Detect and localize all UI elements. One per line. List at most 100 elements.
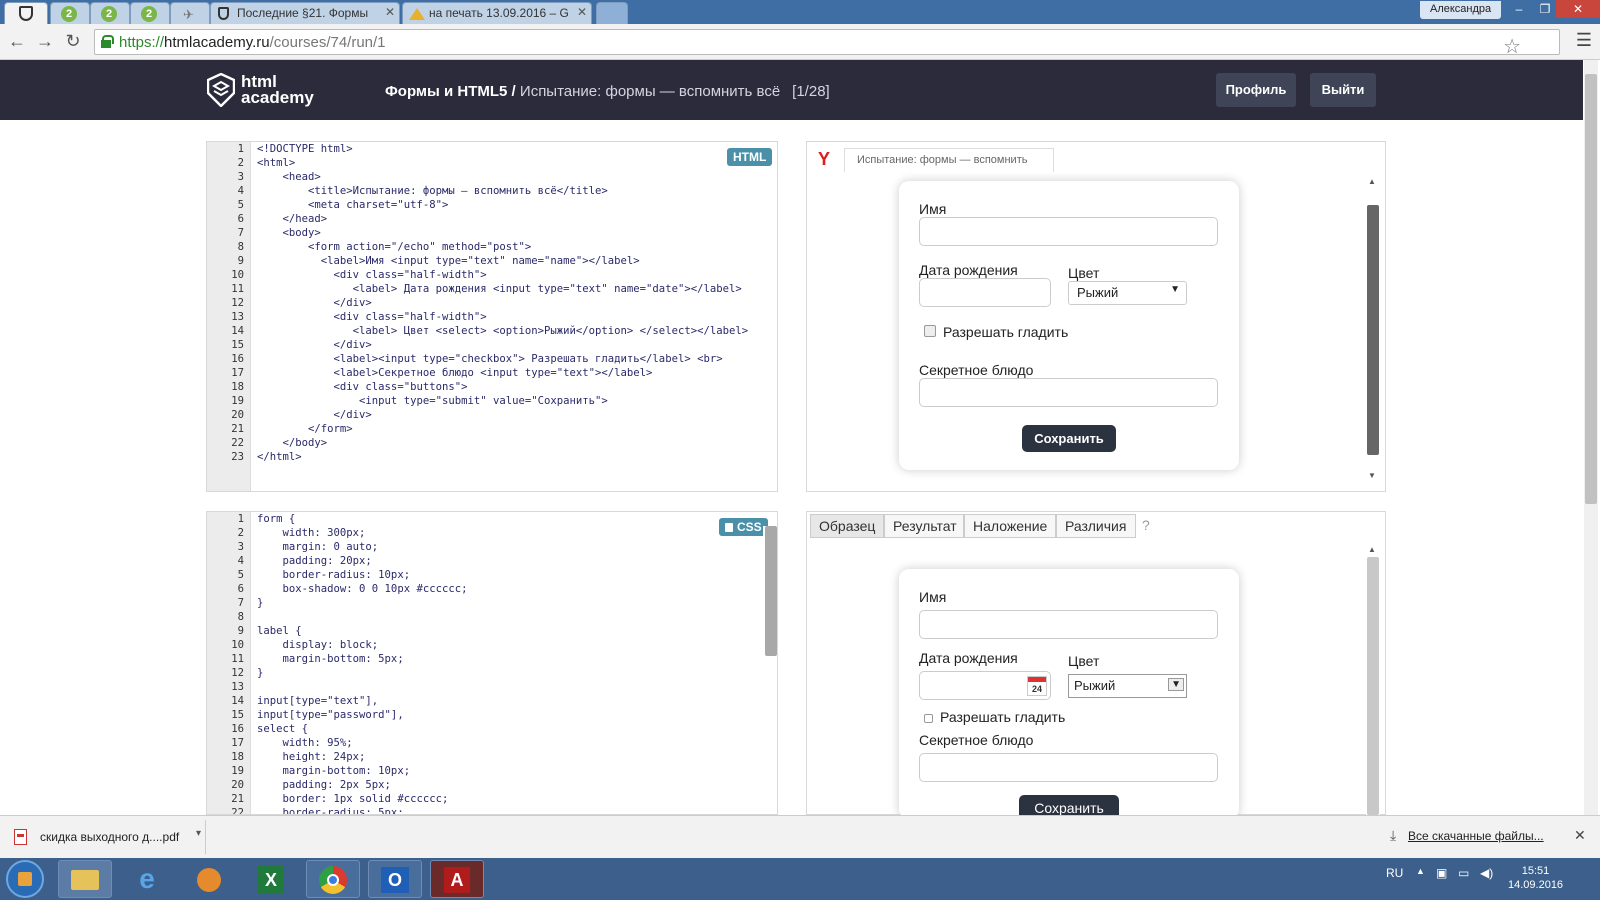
bookmark-star-icon[interactable]: ☆ — [1503, 34, 1521, 59]
date-input[interactable]: 24 — [919, 671, 1051, 700]
preview-scrollbar-thumb[interactable] — [1367, 205, 1379, 455]
all-downloads-link[interactable]: Все скачанные файлы... — [1408, 829, 1544, 843]
css-code-line[interactable]: box-shadow: 0 0 10px #cccccc; — [257, 582, 468, 596]
back-icon[interactable]: ← — [6, 30, 28, 52]
tab-result[interactable]: Результат — [884, 514, 964, 538]
outlook-icon[interactable]: O — [368, 860, 422, 898]
html-code-line[interactable]: <head> — [257, 170, 748, 184]
explorer-icon[interactable] — [58, 860, 112, 898]
scroll-up-icon[interactable]: ▲ — [1368, 545, 1376, 554]
media-player-icon[interactable] — [182, 860, 236, 898]
close-tab-icon[interactable]: ✕ — [577, 5, 587, 19]
reload-icon[interactable]: ↻ — [62, 30, 84, 52]
html-code-line[interactable]: </div> — [257, 408, 748, 422]
volume-icon[interactable]: ◀) — [1480, 866, 1493, 880]
css-code-line[interactable]: width: 300px; — [257, 526, 467, 540]
profile-button[interactable]: Профиль — [1216, 73, 1296, 107]
secret-input[interactable] — [919, 378, 1218, 407]
html-code-line[interactable]: </form> — [257, 422, 748, 436]
html-code-line[interactable]: </head> — [257, 212, 748, 226]
css-code-line[interactable]: padding: 2px 5px; — [257, 778, 467, 792]
css-code-line[interactable]: margin-bottom: 5px; — [257, 652, 467, 666]
css-code-line[interactable]: } — [257, 666, 467, 680]
close-tab-icon[interactable]: ✕ — [385, 5, 395, 19]
forward-icon[interactable]: → — [34, 30, 56, 52]
chrome-icon[interactable] — [306, 860, 360, 898]
start-button[interactable] — [6, 860, 44, 898]
browser-tab[interactable]: 2 — [130, 2, 170, 24]
page-scrollbar-thumb[interactable] — [1585, 74, 1597, 504]
css-code-line[interactable] — [257, 680, 467, 694]
css-code-line[interactable]: form { — [257, 512, 467, 526]
page-scrollbar[interactable] — [1584, 60, 1598, 815]
css-code-line[interactable]: label { — [257, 624, 467, 638]
html-code-line[interactable]: <label> Цвет <select> <option>Рыжий</opt… — [257, 324, 748, 338]
html-code-line[interactable]: <input type="submit" value="Сохранить"> — [257, 394, 748, 408]
network-icon[interactable]: ▣ — [1436, 866, 1447, 880]
html-code-line[interactable]: </html> — [257, 450, 748, 464]
html-code-line[interactable]: <body> — [257, 226, 748, 240]
pet-checkbox[interactable] — [924, 325, 936, 337]
html-code-line[interactable]: <div class="half-width"> — [257, 268, 748, 282]
css-code-line[interactable]: border-radius: 10px; — [257, 568, 467, 582]
css-scrollbar-thumb[interactable] — [765, 526, 777, 656]
browser-tab-lesson[interactable]: Последние §21. Формы ✕ — [210, 2, 400, 24]
html-code-line[interactable]: <label> Дата рождения <input type="text"… — [257, 282, 748, 296]
name-input[interactable] — [919, 217, 1218, 246]
pet-checkbox[interactable] — [924, 714, 933, 723]
css-code[interactable]: form { width: 300px; margin: 0 auto; pad… — [257, 512, 468, 814]
tab-diff[interactable]: Различия — [1056, 514, 1136, 538]
css-code-line[interactable] — [257, 610, 467, 624]
download-item[interactable]: скидка выходного д....pdf ▾ — [6, 820, 206, 854]
scroll-up-icon[interactable]: ▲ — [1368, 177, 1376, 186]
html-code-line[interactable]: <div class="buttons"> — [257, 380, 748, 394]
language-indicator[interactable]: RU — [1386, 866, 1403, 880]
css-code-line[interactable]: input[type="text"], — [257, 694, 467, 708]
browser-tab-drive[interactable]: на печать 13.09.2016 – G ✕ — [402, 2, 592, 24]
html-code-line[interactable]: <title>Испытание: формы — вспомнить всё<… — [257, 184, 748, 198]
course-link[interactable]: Формы и HTML5 — [385, 83, 507, 100]
chevron-down-icon[interactable]: ▾ — [196, 828, 201, 839]
html-code-line[interactable]: <meta charset="utf-8"> — [257, 198, 748, 212]
help-icon[interactable]: ? — [1142, 517, 1150, 533]
html-code-line[interactable]: <label><input type="checkbox"> Разрешать… — [257, 352, 748, 366]
css-scrollbar[interactable] — [763, 526, 777, 814]
html-code-line[interactable]: <label>Имя <input type="text" name="name… — [257, 254, 748, 268]
excel-icon[interactable]: X — [244, 860, 298, 898]
acrobat-icon[interactable]: A — [430, 860, 484, 898]
close-window-icon[interactable]: ✕ — [1556, 0, 1600, 18]
css-editor[interactable]: 1 2 3 4 5 6 7 8 9 10 11 12 13 14 15 16 17 18 19 20 21 22 form… — [206, 511, 778, 815]
tab-sample[interactable]: Образец — [810, 514, 884, 538]
html-code-line[interactable]: </div> — [257, 296, 748, 310]
date-input[interactable] — [919, 278, 1051, 307]
css-code-line[interactable]: input[type="password"], — [257, 708, 467, 722]
color-select[interactable]: Рыжий ▼ — [1068, 281, 1187, 305]
css-code-line[interactable]: padding: 20px; — [257, 554, 467, 568]
preview-scrollbar[interactable]: ▲ ▼ — [1366, 175, 1380, 485]
site-logo[interactable]: html academy — [207, 71, 317, 111]
css-code-line[interactable]: margin: 0 auto; — [257, 540, 467, 554]
html-editor[interactable]: 1 2 3 4 5 6 7 8 9 10 11 12 13 14 15 16 17 18 19 20 21 22 23 <!… — [206, 141, 778, 492]
css-code-line[interactable]: } — [257, 596, 467, 610]
internet-explorer-icon[interactable]: e — [120, 860, 174, 898]
result-scrollbar-thumb[interactable] — [1367, 557, 1379, 815]
css-code-line[interactable]: border: 1px solid #cccccc; — [257, 792, 467, 806]
html-code-line[interactable]: </div> — [257, 338, 748, 352]
logout-button[interactable]: Выйти — [1310, 73, 1376, 107]
submit-button[interactable]: Сохранить — [1022, 425, 1116, 452]
browser-tab-pinned[interactable] — [4, 2, 48, 24]
browser-tab[interactable]: 2 — [50, 2, 90, 24]
result-scrollbar[interactable]: ▲ — [1366, 545, 1380, 815]
html-code-line[interactable]: <label>Секретное блюдо <input type="text… — [257, 366, 748, 380]
css-code-line[interactable]: border-radius: 5px; — [257, 806, 467, 814]
name-input[interactable] — [919, 610, 1218, 639]
browser-tab[interactable]: ✈ — [170, 2, 210, 24]
css-code-line[interactable]: width: 95%; — [257, 736, 467, 750]
scroll-down-icon[interactable]: ▼ — [1368, 471, 1376, 480]
minimize-icon[interactable]: – — [1506, 0, 1532, 18]
css-code-line[interactable]: margin-bottom: 10px; — [257, 764, 467, 778]
browser-menu-icon[interactable]: ☰ — [1576, 30, 1592, 51]
css-code-line[interactable]: display: block; — [257, 638, 467, 652]
css-code-line[interactable]: select { — [257, 722, 467, 736]
secret-input[interactable] — [919, 753, 1218, 782]
